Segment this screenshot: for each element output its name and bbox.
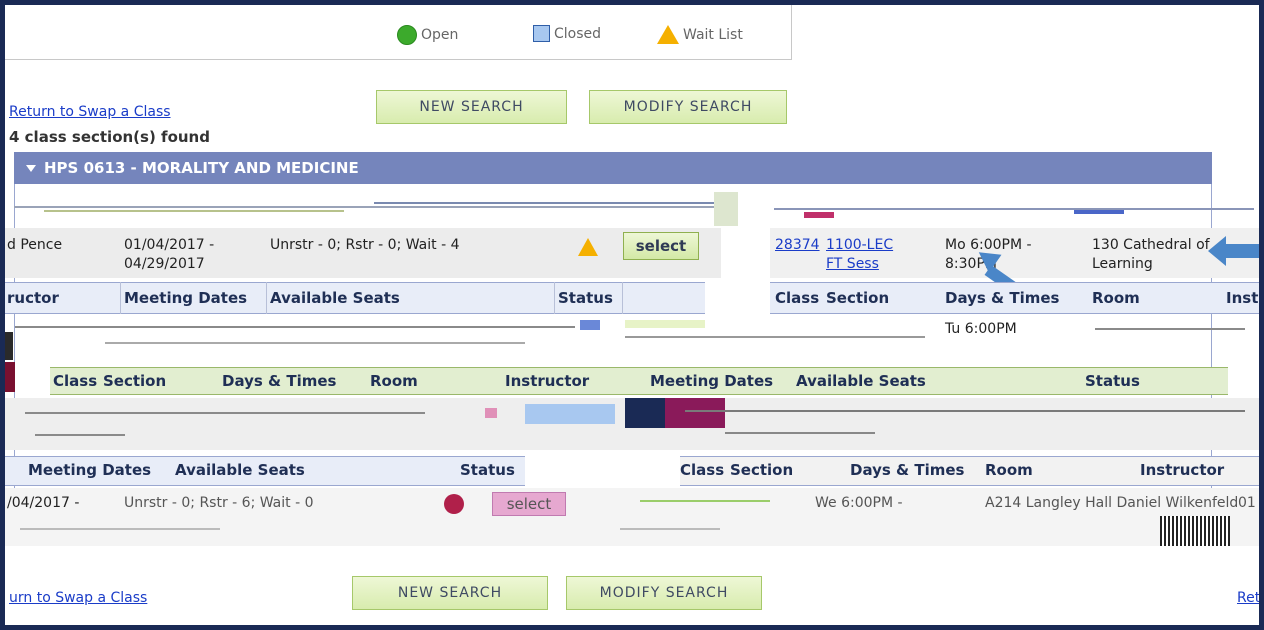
course-header[interactable]: HPS 0613 - MORALITY AND MEDICINE [14,152,1212,184]
header-status-lower: Status [460,461,515,479]
arrow-head-icon [1208,236,1226,266]
header-available-seats-mid: Available Seats [796,372,926,390]
return-link-right[interactable]: Ret [1237,590,1260,606]
header-status: Status [558,289,613,307]
garbled-row-2 [5,318,1260,360]
legend-closed: Closed [533,25,601,42]
garbled-row-3 [5,398,1260,450]
header-meeting-dates-lower: Meeting Dates [28,461,152,479]
open-circle-icon [397,25,417,45]
header-class-mid: Class [53,372,98,390]
status-legend: Open Closed Wait List [5,5,792,60]
row4-dates: /04/2017 - [7,495,80,511]
row1-dates-end: 04/29/2017 [124,256,205,272]
legend-closed-label: Closed [554,25,602,42]
header-available-seats: Available Seats [270,289,400,307]
header-meeting-dates-mid: Meeting Dates [650,372,774,390]
table-header-left: ructor Meeting Dates Available Seats Sta… [5,282,705,314]
header-available-seats-lower: Available Seats [175,461,305,479]
header-class-lower: Class [680,461,725,479]
modify-search-button-bottom[interactable]: Modify Search [566,576,762,610]
course-title: HPS 0613 - MORALITY AND MEDICINE [44,159,359,177]
row1-section-link[interactable]: 1100-LEC [826,236,893,255]
legend-open-label: Open [421,27,459,43]
header-class: Class [775,289,820,307]
header-room-mid: Room [370,372,418,390]
table-header-lower: Meeting Dates Available Seats Status [5,456,525,486]
new-search-button[interactable]: New Search [376,90,567,124]
header-section-mid: Section [103,372,167,390]
header-instructor-lower: Instructor [1140,461,1225,479]
garbled-header-strip [14,192,1264,226]
legend-wait: Wait List [657,25,743,44]
row4-days: We 6:00PM - [815,495,903,511]
row4-status-icon [444,494,464,514]
row4-seats: Unrstr - 0; Rstr - 6; Wait - 0 [124,495,314,511]
header-room: Room [1092,289,1140,307]
row4-tail: 01 [1238,495,1256,511]
table-header-right: Class Section Days & Times Room Inst [770,282,1264,314]
header-meeting-dates: Meeting Dates [124,289,248,307]
collapse-triangle-icon[interactable] [26,164,36,172]
table-header-lower-right: Class Section Days & Times Room Instruct… [680,456,1260,486]
row1-class-number-link[interactable]: 28374 [775,236,820,255]
modify-search-button[interactable]: Modify Search [589,90,787,124]
results-count: 4 class section(s) found [9,128,210,146]
header-instructor: ructor [7,289,59,307]
legend-open: Open [397,25,458,45]
header-section: Section [826,289,890,307]
return-to-swap-link[interactable]: Return to Swap a Class [9,104,171,120]
row1-building: Learning [1092,256,1153,272]
header-status-mid: Status [1085,372,1140,390]
table-header-mid: Class Section Days & Times Room Instruct… [50,367,1228,395]
row4-room-instructor: A214 Langley Hall Daniel Wilkenfeld [985,495,1239,511]
row1-instructor: d Pence [7,237,63,253]
wait-list-triangle-icon [657,25,679,44]
header-instructor-right: Inst [1226,289,1259,307]
header-days-times-mid: Days & Times [222,372,337,390]
header-room-lower: Room [985,461,1033,479]
row1-room: 130 Cathedral of [1092,237,1210,253]
header-instructor-mid: Instructor [505,372,590,390]
legend-wait-label: Wait List [683,26,743,43]
closed-square-icon [533,25,550,42]
row4-select-button[interactable]: select [492,492,566,516]
row1-dates-start: 01/04/2017 - [124,237,215,253]
return-to-swap-link-bottom[interactable]: urn to Swap a Class [9,590,147,606]
header-days-times: Days & Times [945,289,1060,307]
pointer-arrow-room [1222,244,1264,258]
row1-seats: Unrstr - 0; Rstr - 0; Wait - 4 [270,237,460,253]
row1-select-button[interactable]: select [623,232,699,260]
row1-session-link[interactable]: FT Sess [826,255,879,274]
row1-wait-list-icon [578,238,598,256]
header-section-lower: Section [730,461,794,479]
new-search-button-bottom[interactable]: New Search [352,576,548,610]
header-days-times-lower: Days & Times [850,461,965,479]
